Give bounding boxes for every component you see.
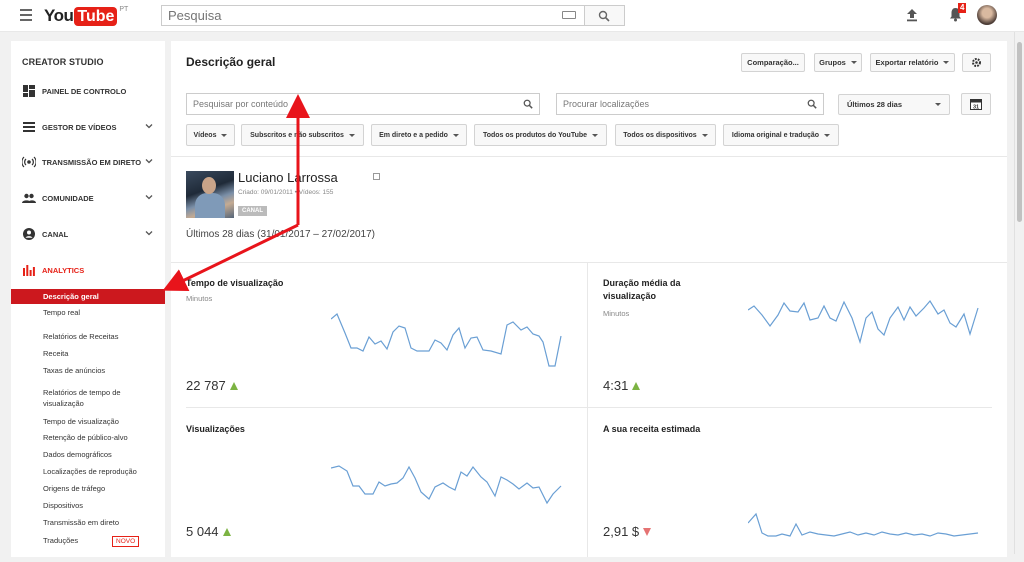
annotation-arrows <box>162 94 310 291</box>
annotation-arrow-sidebar <box>162 223 299 291</box>
